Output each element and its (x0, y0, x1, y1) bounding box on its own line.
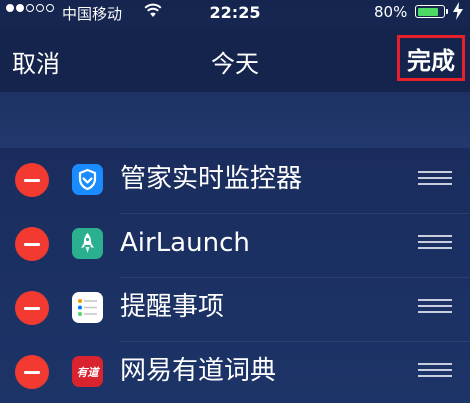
carrier-name: 中国移动 (62, 5, 123, 23)
battery-level-fill (417, 7, 438, 16)
remove-widget-button[interactable] (15, 163, 49, 197)
wifi-icon (144, 3, 162, 17)
signal-dot (46, 4, 54, 12)
cancel-button[interactable]: 取消 (12, 44, 60, 79)
battery-icon (415, 5, 445, 18)
battery-cap (446, 9, 448, 14)
navigation-bar: 取消 今天 完成 (0, 26, 470, 92)
widget-name: 管家实时监控器 (120, 164, 303, 194)
signal-dot (36, 4, 44, 12)
reminders-list-icon (72, 292, 103, 323)
done-button[interactable]: 完成 (397, 35, 465, 81)
rocket-icon (72, 228, 103, 259)
remove-widget-button[interactable] (15, 355, 49, 389)
signal-strength-icon (6, 4, 54, 12)
list-item: AirLaunch (0, 214, 470, 278)
done-button-label: 完成 (407, 46, 455, 75)
reorder-handle-icon[interactable] (418, 299, 452, 315)
battery-percentage: 80% (374, 3, 408, 21)
signal-dot (16, 4, 24, 12)
widget-name: AirLaunch (120, 228, 250, 258)
reorder-handle-icon[interactable] (418, 171, 452, 187)
status-bar: 中国移动 22:25 80% (0, 0, 470, 26)
signal-dot (6, 4, 14, 12)
shield-check-icon (72, 164, 103, 195)
youdao-logo-text: 有道 (76, 365, 99, 379)
list-item: 提醒事项 (0, 278, 470, 342)
list-item: 管家实时监控器 (0, 150, 470, 214)
charging-bolt-icon (453, 2, 463, 20)
remove-widget-button[interactable] (15, 291, 49, 325)
widget-name: 网易有道词典 (120, 356, 277, 386)
reorder-handle-icon[interactable] (418, 363, 452, 379)
widget-list: 管家实时监控器 AirLaunch 提醒事项 有道 网易有道词典 (0, 150, 470, 403)
widget-name: 提醒事项 (120, 292, 225, 322)
remove-widget-button[interactable] (15, 227, 49, 261)
section-header-band (0, 92, 470, 148)
signal-dot (26, 4, 34, 12)
youdao-dict-icon: 有道 (72, 356, 103, 387)
list-item: 有道 网易有道词典 (0, 342, 470, 403)
reorder-handle-icon[interactable] (418, 235, 452, 251)
